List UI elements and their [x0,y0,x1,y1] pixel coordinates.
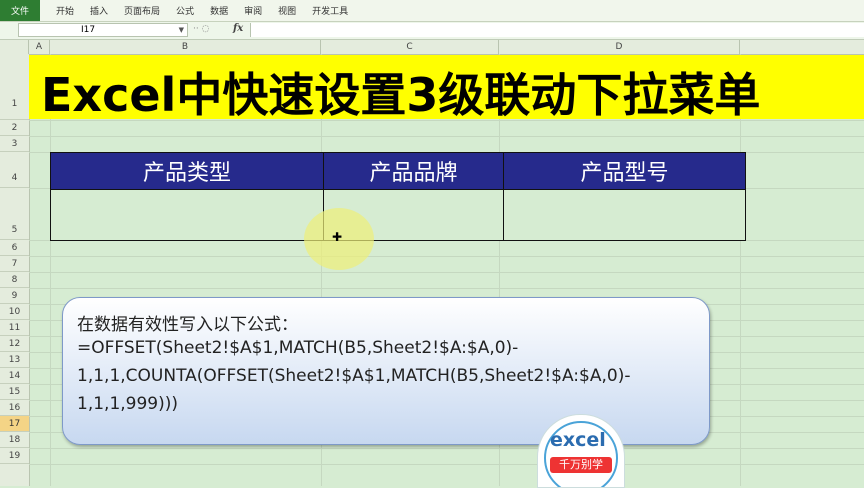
row-header[interactable]: 3 [0,136,29,152]
formula-buttons: ·· ◌ [193,24,210,34]
cell-product-type[interactable] [50,189,324,241]
column-header-a[interactable]: A [29,40,50,54]
row-header[interactable]: 14 [0,368,29,384]
file-tab[interactable]: 文件 [0,0,40,21]
gridline [29,448,864,449]
row-header[interactable]: 7 [0,256,29,272]
select-all-corner[interactable] [0,40,29,54]
row-header-selected[interactable]: 17 [0,416,29,432]
column-headers: A B C D [0,40,864,55]
crosshair-cursor-icon: ✚ [332,230,343,244]
cell-product-model[interactable] [503,189,746,241]
row-header[interactable]: 12 [0,336,29,352]
header-product-type[interactable]: 产品类型 [50,152,324,190]
row-header[interactable]: 10 [0,304,29,320]
tab-home[interactable]: 开始 [56,4,74,17]
page-title: Excel中快速设置3级联动下拉菜单 [41,68,761,119]
ribbon-tabs: 文件 开始 插入 页面布局 公式 数据 审阅 视图 开发工具 [0,0,864,22]
formula-input[interactable] [250,23,864,37]
formula-callout: 在数据有效性写入以下公式： =OFFSET(Sheet2!$A$1,MATCH(… [62,297,710,445]
row-headers: 1 2 3 4 5 6 7 8 9 10 11 12 13 14 15 16 1… [0,54,30,486]
gridline [29,272,864,273]
row-header[interactable]: 8 [0,272,29,288]
header-product-brand[interactable]: 产品品牌 [323,152,504,190]
logo-subtitle: 千万别学 [550,457,612,473]
callout-line: 1,1,1,999))) [77,394,179,414]
column-header-c[interactable]: C [321,40,499,54]
row-header[interactable]: 16 [0,400,29,416]
gridline [29,256,864,257]
tab-review[interactable]: 审阅 [244,4,262,17]
callout-line: =OFFSET(Sheet2!$A$1,MATCH(B5,Sheet2!$A:$… [77,338,519,358]
column-header-b[interactable]: B [50,40,321,54]
name-box-value: I17 [81,25,96,35]
tab-developer[interactable]: 开发工具 [312,4,348,17]
logo-word: excel [550,429,606,451]
column-header-d[interactable]: D [499,40,740,54]
gridline [29,120,864,121]
row-header[interactable]: 18 [0,432,29,448]
gridline [29,288,864,289]
tab-formulas[interactable]: 公式 [176,4,194,17]
tab-data[interactable]: 数据 [210,4,228,17]
table-row [50,189,746,241]
fx-icon[interactable]: fx [233,23,243,34]
row-header[interactable]: 6 [0,240,29,256]
gridline [29,464,864,465]
table-header-row: 产品类型 产品品牌 产品型号 [50,152,746,190]
row-header[interactable]: 2 [0,120,29,136]
product-table: 产品类型 产品品牌 产品型号 [50,152,746,241]
excel-logo: excel 千万别学 [537,414,625,488]
row-header[interactable]: 5 [0,188,29,240]
tab-view[interactable]: 视图 [278,4,296,17]
column-header-e[interactable] [740,40,864,54]
tab-insert[interactable]: 插入 [90,4,108,17]
gridline [29,136,864,137]
callout-line: 1,1,1,COUNTA(OFFSET(Sheet2!$A$1,MATCH(B5… [77,366,631,386]
tab-page-layout[interactable]: 页面布局 [124,4,160,17]
row-header[interactable]: 13 [0,352,29,368]
row-header[interactable]: 4 [0,152,29,188]
name-box[interactable]: I17 ▼ [18,23,188,37]
row-header[interactable]: 1 [0,54,29,120]
row-header[interactable]: 11 [0,320,29,336]
callout-line: 在数据有效性写入以下公式： [77,315,298,335]
header-product-model[interactable]: 产品型号 [503,152,746,190]
row-header[interactable]: 15 [0,384,29,400]
row-header[interactable]: 19 [0,448,29,464]
row-header[interactable]: 9 [0,288,29,304]
chevron-down-icon[interactable]: ▼ [179,24,184,36]
formula-bar: I17 ▼ ·· ◌ fx [0,22,864,40]
title-band[interactable]: Excel中快速设置3级联动下拉菜单 [29,55,864,119]
